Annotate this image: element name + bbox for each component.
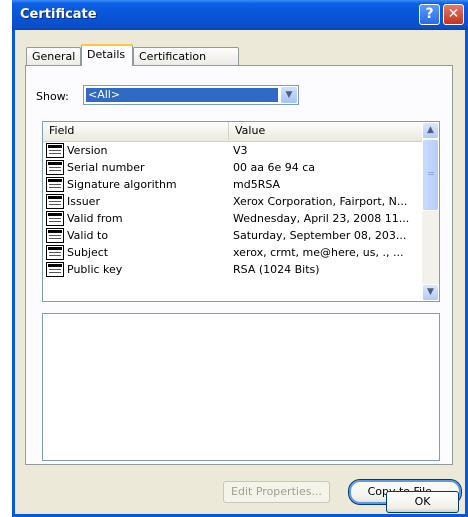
- list-header: Field Value: [43, 122, 423, 142]
- window-title: Certificate: [20, 7, 97, 22]
- scroll-down-icon[interactable]: ▼: [422, 284, 439, 301]
- fields-list[interactable]: Field Value Version V3 Serial number 00 …: [42, 121, 440, 302]
- certificate-field-icon: [46, 245, 64, 260]
- show-dropdown-value: <All>: [86, 88, 278, 102]
- field-name: Serial number: [67, 161, 145, 174]
- certificate-field-icon: [46, 177, 64, 192]
- title-bar[interactable]: Certificate ? ✕: [12, 0, 468, 30]
- list-item[interactable]: Serial number 00 aa 6e 94 ca: [43, 159, 423, 176]
- field-value: RSA (1024 Bits): [233, 263, 320, 276]
- field-name: Version: [67, 144, 108, 157]
- field-name: Issuer: [67, 195, 100, 208]
- tab-details[interactable]: Details: [81, 44, 133, 66]
- show-dropdown[interactable]: <All> ▼: [83, 85, 299, 105]
- field-name: Signature algorithm: [67, 178, 177, 191]
- field-value: Xerox Corporation, Fairport, N...: [233, 195, 408, 208]
- certificate-field-icon: [46, 211, 64, 226]
- tab-general[interactable]: General: [26, 47, 81, 65]
- field-detail-box[interactable]: [42, 313, 440, 461]
- show-label: Show:: [36, 90, 69, 103]
- chevron-down-icon[interactable]: ▼: [281, 87, 297, 103]
- list-item[interactable]: Public key RSA (1024 Bits): [43, 261, 423, 278]
- field-name: Valid to: [67, 229, 109, 242]
- field-value: V3: [233, 144, 248, 157]
- column-header-value[interactable]: Value: [229, 122, 423, 140]
- edit-properties-button[interactable]: Edit Properties...: [223, 481, 330, 503]
- certificate-field-icon: [46, 262, 64, 277]
- dialog-client-area: General Details Certification Path Show:…: [15, 30, 465, 514]
- field-value: Saturday, September 08, 203...: [233, 229, 407, 242]
- field-name: Public key: [67, 263, 123, 276]
- list-item[interactable]: Valid from Wednesday, April 23, 2008 11.…: [43, 210, 423, 227]
- scroll-up-icon[interactable]: ▲: [422, 122, 439, 139]
- details-panel: Show: <All> ▼ Field Value Version V3 Ser…: [25, 65, 462, 505]
- certificate-field-icon: [46, 194, 64, 209]
- list-item[interactable]: Subject xerox, crmt, me@here, us, ., ...: [43, 244, 423, 261]
- grip-icon: [428, 172, 434, 175]
- close-button[interactable]: ✕: [443, 4, 464, 25]
- certificate-field-icon: [46, 228, 64, 243]
- field-value: xerox, crmt, me@here, us, ., ...: [233, 246, 404, 259]
- list-item[interactable]: Issuer Xerox Corporation, Fairport, N...: [43, 193, 423, 210]
- certificate-field-icon: [46, 143, 64, 158]
- field-value: Wednesday, April 23, 2008 11...: [233, 212, 410, 225]
- column-header-field[interactable]: Field: [43, 122, 229, 140]
- scrollbar-thumb[interactable]: [422, 139, 439, 211]
- ok-button[interactable]: OK: [386, 491, 459, 513]
- list-item[interactable]: Signature algorithm md5RSA: [43, 176, 423, 193]
- list-scrollbar[interactable]: ▲ ▼: [422, 122, 439, 301]
- list-item[interactable]: Version V3: [43, 142, 423, 159]
- field-value: md5RSA: [233, 178, 281, 191]
- field-name: Subject: [67, 246, 109, 259]
- tab-certification-path[interactable]: Certification Path: [133, 47, 239, 80]
- field-value: 00 aa 6e 94 ca: [233, 161, 316, 174]
- certificate-field-icon: [46, 160, 64, 175]
- help-button[interactable]: ?: [419, 4, 440, 25]
- certificate-window: Certificate ? ✕ General Details Certific…: [12, 0, 468, 517]
- field-name: Valid from: [67, 212, 123, 225]
- list-item[interactable]: Valid to Saturday, September 08, 203...: [43, 227, 423, 244]
